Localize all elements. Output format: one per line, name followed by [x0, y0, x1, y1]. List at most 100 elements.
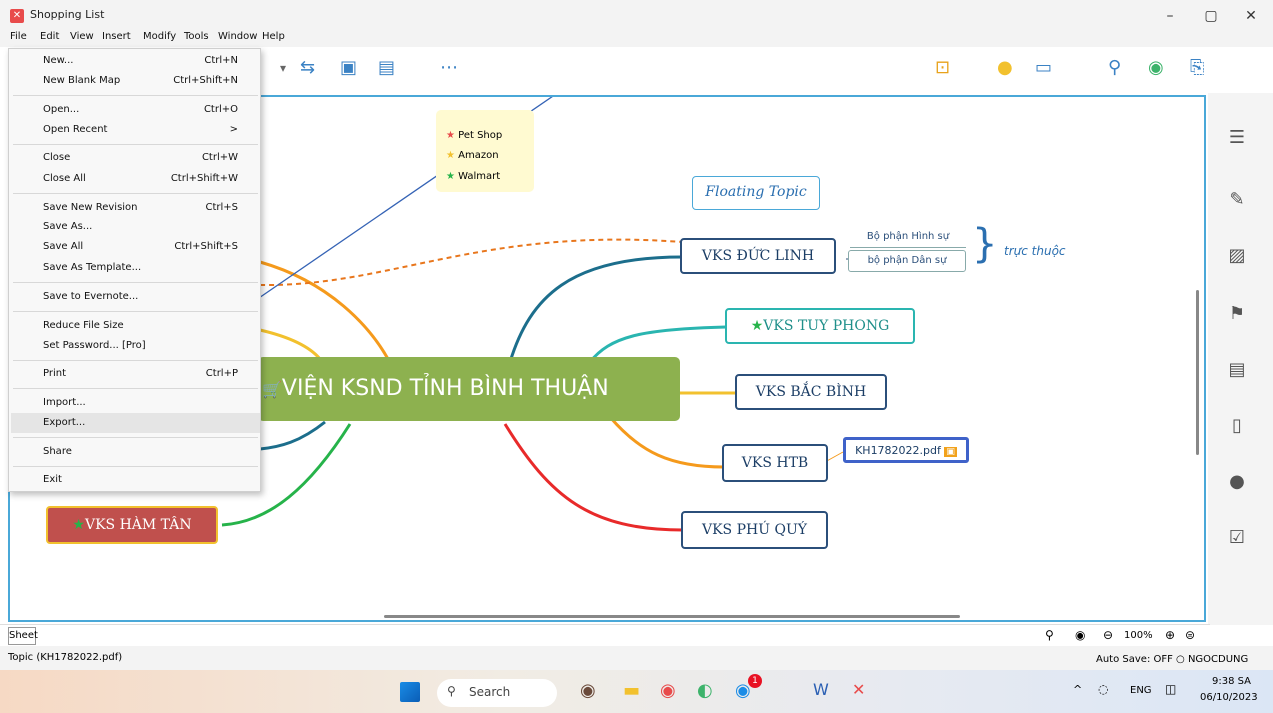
vertical-scrollbar[interactable]	[1196, 290, 1199, 455]
topic-ham-tan[interactable]: ★VKS HÀM TÂN	[46, 506, 218, 544]
submenu-arrow-icon: >	[229, 124, 238, 135]
menu-item-save-new-revision[interactable]: Save New Revision	[43, 202, 138, 213]
attachment-label: KH1782022.pdf	[855, 444, 941, 457]
menu-item-exit[interactable]: Exit	[43, 474, 62, 485]
share-icon[interactable]: ◉	[1148, 57, 1164, 78]
menu-item-save-all[interactable]: Save All	[43, 241, 83, 252]
sheet-tab[interactable]: Sheet 1	[8, 627, 38, 657]
attachment-topic[interactable]: KH1782022.pdf ▣	[843, 437, 969, 463]
chevron-up-icon[interactable]: ^	[1073, 683, 1082, 696]
flag-icon[interactable]: ⚑	[1226, 303, 1248, 325]
shortcut: Ctrl+P	[205, 368, 238, 379]
close-button[interactable]: ✕	[1236, 6, 1266, 26]
summary-icon[interactable]: ▤	[378, 57, 395, 78]
subtopic-hinh-su[interactable]: Bộ phận Hình sự	[850, 228, 966, 248]
notes-icon[interactable]: ▯	[1226, 415, 1248, 437]
horizontal-scrollbar[interactable]	[384, 615, 960, 618]
network-icon[interactable]: ◌	[1098, 682, 1108, 696]
outline-icon[interactable]: ☰	[1226, 127, 1248, 149]
menu-item-share[interactable]: Share	[43, 446, 72, 457]
menu-view[interactable]: View	[70, 31, 94, 42]
floating-topic[interactable]: Floating Topic	[692, 176, 820, 210]
menu-item-save-to-evernote[interactable]: Save to Evernote...	[43, 291, 138, 302]
shortcut: Ctrl+Shift+W	[170, 173, 238, 184]
menu-item-new[interactable]: New...	[43, 55, 73, 66]
zoom-in-icon[interactable]: ⊕	[1165, 628, 1175, 642]
menu-item-new-blank-map[interactable]: New Blank Map	[43, 75, 120, 86]
eye-icon[interactable]: ◉	[1075, 628, 1085, 642]
more-icon[interactable]: ⋯	[440, 57, 458, 78]
restore-button[interactable]: ▢	[1196, 6, 1226, 26]
menu-item-save-as-template[interactable]: Save As Template...	[43, 262, 141, 273]
topic-tuy-phong[interactable]: ★VKS TUY PHONG	[725, 308, 915, 344]
word-icon[interactable]: W	[813, 680, 829, 699]
format-brush-icon[interactable]: ✎	[1226, 189, 1248, 211]
shortcut: Ctrl+Shift+S	[174, 241, 238, 252]
text-style-icon[interactable]: ▤	[1226, 359, 1248, 381]
volume-icon[interactable]: ◫	[1165, 682, 1176, 696]
file-explorer-icon[interactable]: ▬	[623, 680, 640, 701]
topic-bac-binh[interactable]: VKS BẮC BÌNH	[735, 374, 887, 410]
menu-item-close-all[interactable]: Close All	[43, 173, 86, 184]
shortcut: Ctrl+N	[204, 55, 238, 66]
legend-item: Pet Shop	[458, 130, 503, 141]
menu-item-set-password[interactable]: Set Password... [Pro]	[43, 340, 146, 351]
dropdown-icon[interactable]: ▾	[280, 61, 286, 75]
menu-divider	[13, 388, 258, 389]
menu-insert[interactable]: Insert	[102, 31, 131, 42]
menu-modify[interactable]: Modify	[143, 31, 176, 42]
legend[interactable]: ★ Pet Shop ★ Amazon ★ Walmart	[436, 110, 534, 192]
topic-htb[interactable]: VKS HTB	[722, 444, 828, 482]
minimize-button[interactable]: –	[1155, 6, 1185, 26]
summary-label[interactable]: trực thuộc	[1004, 244, 1066, 258]
boundary-icon[interactable]: ▣	[340, 57, 357, 78]
green-star-icon: ★	[446, 171, 455, 182]
task-icon[interactable]: ☑	[1226, 527, 1248, 549]
menu-divider	[13, 144, 258, 145]
image-icon[interactable]: ▨	[1226, 245, 1248, 267]
relationship-icon[interactable]: ⇆	[300, 57, 315, 78]
menu-item-import[interactable]: Import...	[43, 397, 86, 408]
central-topic[interactable]: 🛒VIỆN KSND TỈNH BÌNH THUẬN	[258, 357, 680, 421]
clock-date[interactable]: 06/10/2023	[1200, 692, 1258, 703]
filter-icon[interactable]: ⚲	[1045, 628, 1054, 642]
legend-item: Amazon	[458, 150, 499, 161]
search-icon[interactable]: ⚲	[1108, 57, 1121, 78]
topic-duc-linh[interactable]: VKS ĐỨC LINH	[680, 238, 836, 274]
autosave-status[interactable]: Auto Save: OFF ○ NGOCDUNG	[1096, 654, 1248, 665]
xmind-taskbar-icon[interactable]: ✕	[852, 680, 865, 699]
menu-item-open[interactable]: Open...	[43, 104, 79, 115]
menu-item-close[interactable]: Close	[43, 152, 70, 163]
windows-start-icon[interactable]	[400, 682, 420, 702]
zoom-out-icon[interactable]: ⊖	[1103, 628, 1113, 642]
menu-help[interactable]: Help	[262, 31, 285, 42]
menu-file[interactable]: File	[10, 31, 27, 42]
lightbulb-icon[interactable]: ●	[997, 57, 1013, 78]
comment-icon[interactable]: ●	[1226, 471, 1248, 493]
menu-item-export[interactable]: Export...	[43, 417, 85, 428]
menu-item-save-as[interactable]: Save As...	[43, 221, 92, 232]
taskbar: ◉ ▬ ◉ ◐ ◉ 1 W ✕ ^ ◌ ENG ◫ 9:38 SA 06/10/…	[0, 670, 1273, 713]
menu-edit[interactable]: Edit	[40, 31, 59, 42]
gantt-icon[interactable]: ▭	[1035, 57, 1052, 78]
fit-icon[interactable]: ⊜	[1185, 628, 1195, 642]
subtopic-dan-su[interactable]: bộ phận Dân sự	[848, 250, 966, 272]
shortcut: Ctrl+S	[205, 202, 238, 213]
photo-app-icon[interactable]: ◉	[580, 680, 596, 701]
clock-time[interactable]: 9:38 SA	[1212, 676, 1251, 687]
window-title: Shopping List	[30, 8, 105, 21]
menu-window[interactable]: Window	[218, 31, 257, 42]
presentation-icon[interactable]: ⊡	[935, 57, 950, 78]
xmind-logo-icon: ✕	[10, 9, 24, 23]
language-indicator[interactable]: ENG	[1130, 685, 1152, 696]
topic-phu-quy[interactable]: VKS PHÚ QUÝ	[681, 511, 828, 549]
chrome-icon[interactable]: ◉	[660, 680, 676, 701]
taskbar-search[interactable]: ⚲ Search	[437, 679, 557, 707]
menu-item-print[interactable]: Print	[43, 368, 66, 379]
menu-item-reduce-file-size[interactable]: Reduce File Size	[43, 320, 124, 331]
central-topic-label: VIỆN KSND TỈNH BÌNH THUẬN	[281, 376, 609, 401]
coccoc-icon[interactable]: ◐	[697, 680, 713, 701]
menu-item-open-recent[interactable]: Open Recent	[43, 124, 107, 135]
menu-tools[interactable]: Tools	[184, 31, 209, 42]
export-icon[interactable]: ⎘	[1190, 57, 1204, 78]
